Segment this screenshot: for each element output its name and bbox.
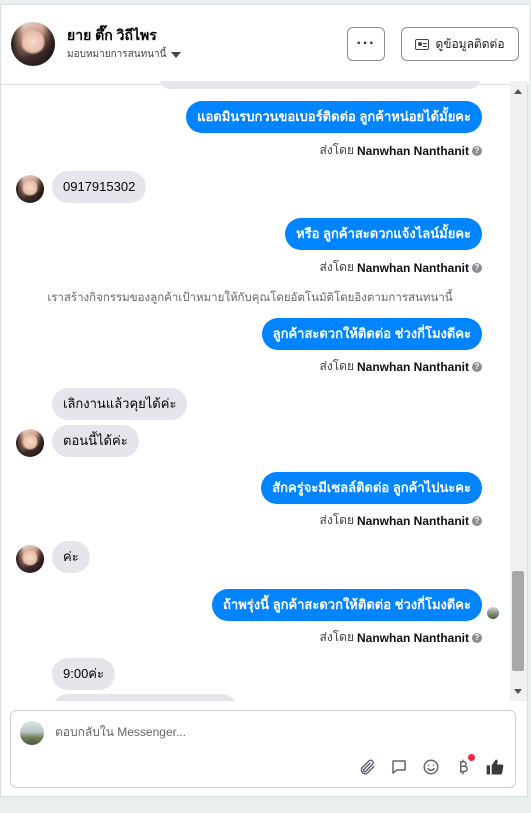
incoming-message[interactable]: 9:00ค่ะ bbox=[52, 658, 115, 690]
info-icon[interactable]: ? bbox=[472, 262, 482, 273]
sent-by-label: ส่งโดย Nanwhan Nanthanit ? bbox=[320, 141, 482, 160]
sender-name: Nanwhan Nanthanit bbox=[356, 513, 469, 528]
assign-conversation-dropdown[interactable]: มอบหมายการสนทนานี้ bbox=[67, 47, 182, 62]
paperclip-icon[interactable] bbox=[357, 757, 377, 777]
more-dots-icon: ··· bbox=[356, 35, 376, 52]
sender-name: Nanwhan Nanthanit bbox=[356, 143, 469, 158]
page-avatar bbox=[20, 721, 44, 745]
info-icon[interactable]: ? bbox=[472, 145, 482, 156]
assign-label: มอบหมายการสนทนานี้ bbox=[67, 49, 167, 60]
contact-message-avatar[interactable] bbox=[16, 545, 44, 573]
sender-name: Nanwhan Nanthanit bbox=[356, 260, 469, 275]
view-contact-info-label: ดูข้อมูลติดต่อ bbox=[435, 36, 505, 51]
notification-dot bbox=[468, 754, 475, 761]
sent-by-label: ส่งโดย Nanwhan Nanthanit ? bbox=[320, 628, 482, 647]
outgoing-message[interactable]: หรือ ลูกค้าสะดวกแจ้งไลน์มั้ยคะ bbox=[285, 218, 482, 250]
thumbs-up-icon[interactable] bbox=[485, 757, 505, 777]
contact-card-icon bbox=[415, 38, 430, 50]
incoming-message[interactable]: ค่ะ bbox=[52, 541, 90, 573]
contact-name[interactable]: ยาย ตึ๊ก วิถีไพร bbox=[67, 25, 157, 47]
conversation-header: ยาย ตึ๊ก วิถีไพร มอบหมายการสนทนานี้ ··· … bbox=[1, 5, 529, 85]
more-options-button[interactable]: ··· bbox=[347, 27, 385, 61]
info-icon[interactable]: ? bbox=[472, 361, 482, 372]
view-contact-info-button[interactable]: ดูข้อมูลติดต่อ bbox=[401, 27, 519, 61]
chat-bubble-icon[interactable] bbox=[389, 757, 409, 777]
sent-by-label: ส่งโดย Nanwhan Nanthanit ? bbox=[320, 511, 482, 530]
outgoing-message[interactable]: แอดมินรบกวนขอเบอร์ติดต่อ ลูกค้าหน่อยได้ม… bbox=[186, 101, 482, 133]
smiley-icon[interactable] bbox=[421, 757, 441, 777]
contact-message-avatar[interactable] bbox=[16, 175, 44, 203]
outgoing-message[interactable]: สักครู่จะมีเซลล์ติดต่อ ลูกค้าไปนะคะ bbox=[261, 472, 482, 504]
system-activity-note: เราสร้างกิจกรรมของลูกค้าเป้าหมายให้กับคุ… bbox=[47, 292, 453, 304]
seen-receipt-avatar bbox=[487, 607, 499, 619]
incoming-message-partial[interactable] bbox=[52, 694, 238, 701]
sent-by-prefix: ส่งโดย bbox=[319, 630, 354, 644]
info-icon[interactable]: ? bbox=[472, 632, 482, 643]
contact-message-avatar[interactable] bbox=[16, 429, 44, 457]
incoming-message[interactable]: เลิกงานแล้วคุยได้ค่ะ bbox=[52, 388, 188, 420]
incoming-message[interactable]: 0917915302 bbox=[52, 171, 147, 203]
sent-by-prefix: ส่งโดย bbox=[319, 513, 354, 527]
outgoing-message[interactable]: ถ้าพรุ่งนี้ ลูกค้าสะดวกให้ติดต่อ ช่วงกี่… bbox=[212, 589, 482, 621]
previous-attachment[interactable] bbox=[160, 81, 480, 89]
caret-down-icon bbox=[171, 51, 182, 58]
sent-by-label: ส่งโดย Nanwhan Nanthanit ? bbox=[320, 258, 482, 277]
reply-composer bbox=[10, 710, 516, 788]
sent-by-prefix: ส่งโดย bbox=[319, 359, 354, 373]
sender-name: Nanwhan Nanthanit bbox=[356, 630, 469, 645]
incoming-message[interactable]: ตอนนี้ได้ค่ะ bbox=[52, 425, 139, 457]
reply-input[interactable] bbox=[55, 725, 355, 739]
composer-toolbar bbox=[357, 754, 505, 777]
scroll-up-arrow-icon[interactable] bbox=[514, 89, 522, 94]
sent-by-prefix: ส่งโดย bbox=[319, 143, 354, 157]
sent-by-label: ส่งโดย Nanwhan Nanthanit ? bbox=[320, 357, 482, 376]
info-icon[interactable]: ? bbox=[472, 515, 482, 526]
scroll-down-arrow-icon[interactable] bbox=[514, 689, 522, 694]
thread-scrollbar[interactable] bbox=[510, 81, 527, 701]
sender-name: Nanwhan Nanthanit bbox=[356, 359, 469, 374]
baht-icon[interactable] bbox=[453, 754, 475, 777]
message-thread: แอดมินรบกวนขอเบอร์ติดต่อ ลูกค้าหน่อยได้ม… bbox=[0, 81, 510, 701]
scroll-thumb[interactable] bbox=[512, 571, 524, 671]
outgoing-message[interactable]: ลูกค้าสะดวกให้ติดต่อ ช่วงกี่โมงดีคะ bbox=[261, 318, 482, 350]
contact-avatar[interactable] bbox=[11, 22, 55, 66]
sent-by-prefix: ส่งโดย bbox=[319, 260, 354, 274]
